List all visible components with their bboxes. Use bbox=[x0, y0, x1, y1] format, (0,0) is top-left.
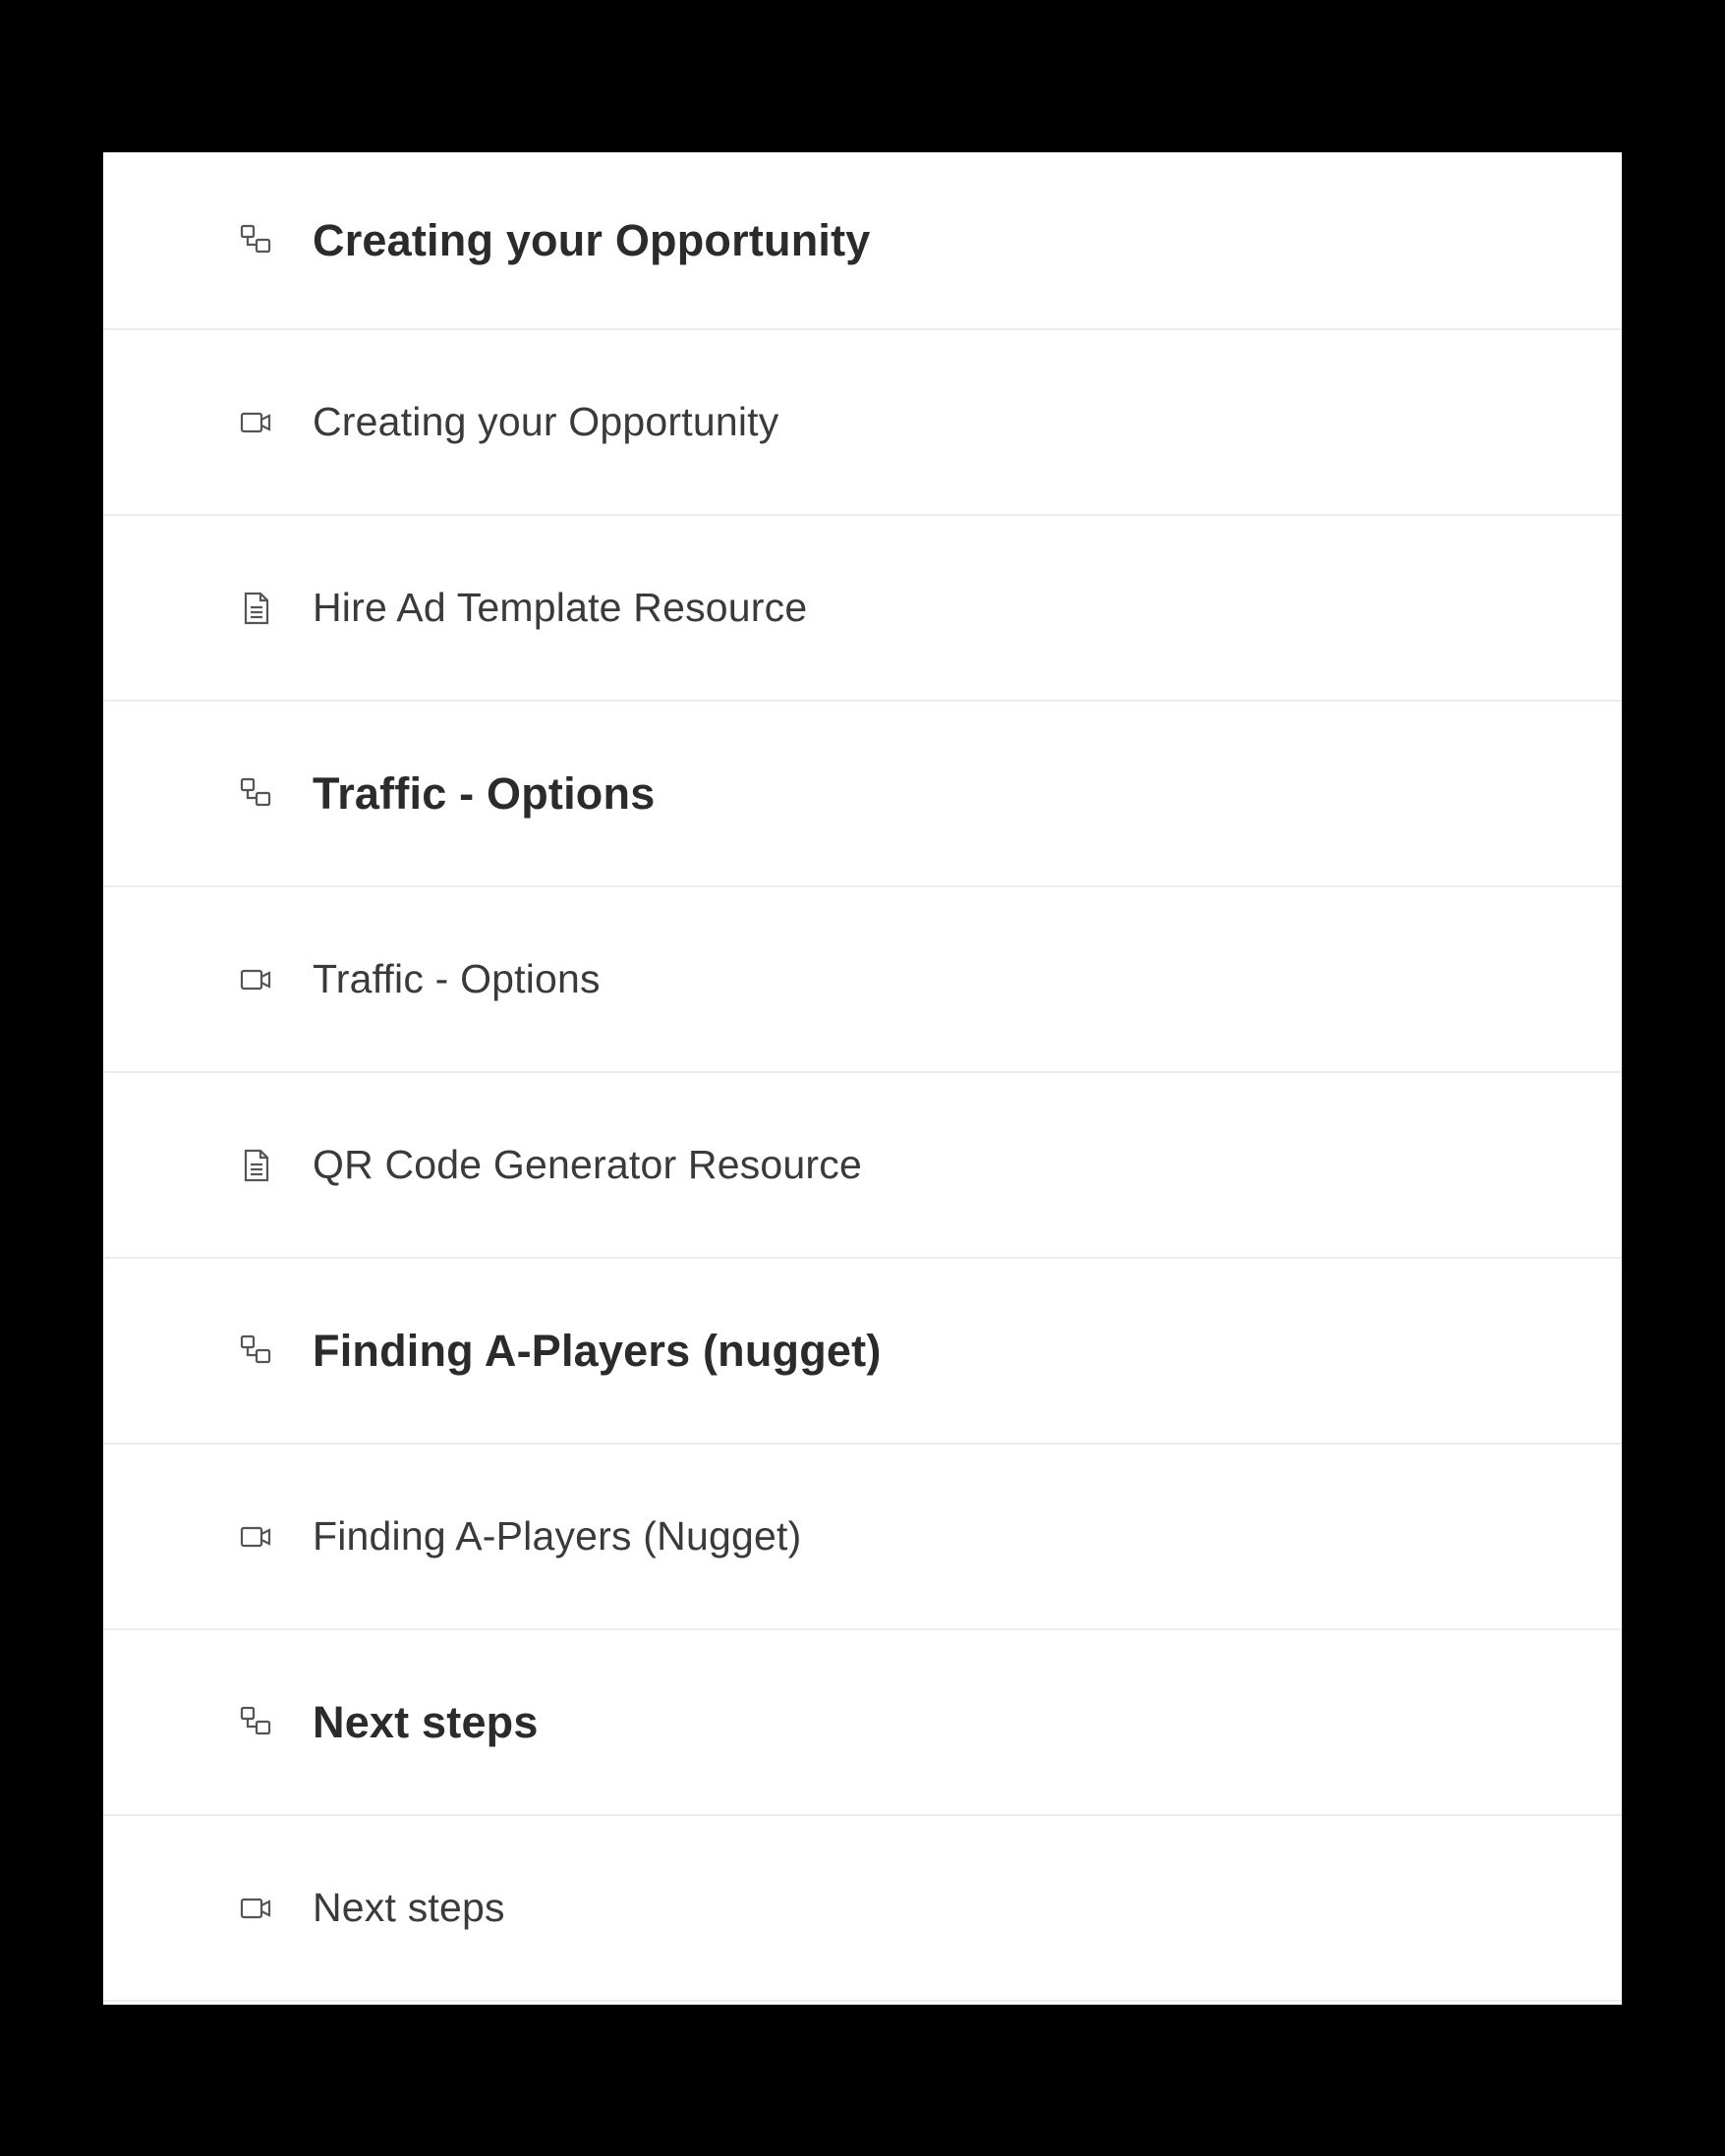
lesson-title: Finding A-Players (Nugget) bbox=[313, 1513, 802, 1559]
lesson-title: Creating your Opportunity bbox=[313, 399, 779, 444]
section-row-creating-your-opportunity[interactable]: Creating your Opportunity bbox=[103, 152, 1622, 330]
module-icon bbox=[237, 221, 276, 260]
module-icon bbox=[237, 1703, 276, 1742]
video-icon bbox=[237, 403, 276, 442]
module-icon bbox=[237, 774, 276, 814]
section-title: Traffic - Options bbox=[313, 767, 656, 819]
lesson-row-creating-your-opportunity-video[interactable]: Creating your Opportunity bbox=[103, 330, 1622, 516]
video-icon bbox=[237, 960, 276, 999]
lesson-title: Hire Ad Template Resource bbox=[313, 585, 808, 630]
video-icon bbox=[237, 1517, 276, 1557]
video-icon bbox=[237, 1889, 276, 1928]
section-title: Next steps bbox=[313, 1696, 539, 1747]
lesson-title: Traffic - Options bbox=[313, 956, 601, 1001]
curriculum-list: Creating your Opportunity Creating your … bbox=[103, 152, 1622, 2005]
document-icon bbox=[237, 1146, 276, 1185]
lesson-row-hire-ad-template-resource[interactable]: Hire Ad Template Resource bbox=[103, 516, 1622, 702]
section-title: Creating your Opportunity bbox=[313, 214, 871, 265]
section-row-finding-a-players[interactable]: Finding A-Players (nugget) bbox=[103, 1259, 1622, 1445]
lesson-row-finding-a-players-video[interactable]: Finding A-Players (Nugget) bbox=[103, 1445, 1622, 1630]
lesson-title: Next steps bbox=[313, 1885, 505, 1930]
section-row-next-steps[interactable]: Next steps bbox=[103, 1630, 1622, 1816]
module-icon bbox=[237, 1332, 276, 1371]
lesson-row-traffic-options-video[interactable]: Traffic - Options bbox=[103, 887, 1622, 1073]
document-icon bbox=[237, 589, 276, 628]
lesson-row-next-steps-video[interactable]: Next steps bbox=[103, 1816, 1622, 2002]
section-title: Finding A-Players (nugget) bbox=[313, 1325, 882, 1376]
lesson-title: QR Code Generator Resource bbox=[313, 1142, 862, 1187]
section-row-traffic-options[interactable]: Traffic - Options bbox=[103, 702, 1622, 887]
lesson-row-qr-code-generator-resource[interactable]: QR Code Generator Resource bbox=[103, 1073, 1622, 1259]
